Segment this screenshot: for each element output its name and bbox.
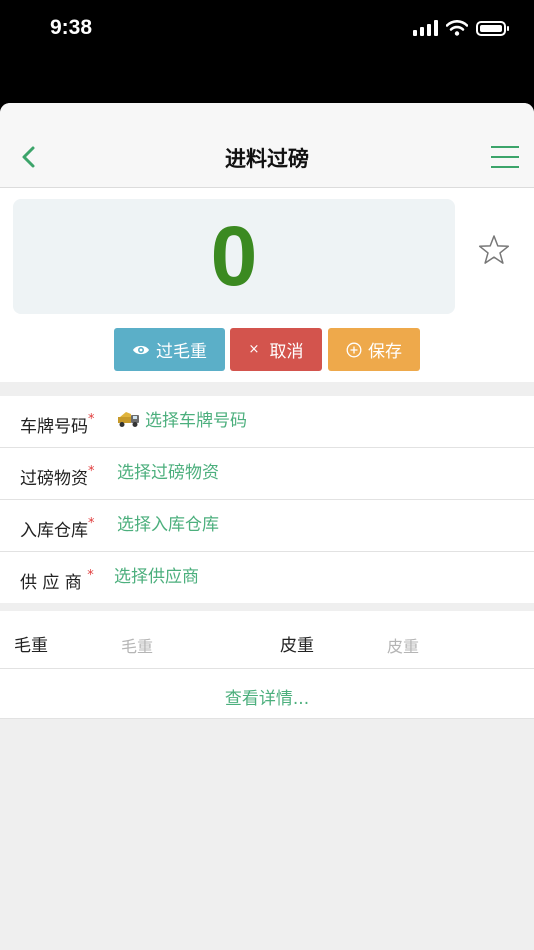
battery-icon [476,20,509,36]
weights-panel: 毛重 毛重 皮重 皮重 查看详情... [0,611,534,719]
eye-icon [132,343,150,357]
page-sheet: 进料过磅 0 过毛重 × 取消 保存 车牌号码* 选择车牌号码 过磅物资* 选择… [0,103,534,950]
plate-label: 车牌号码* [20,412,95,437]
weigh-panel: 0 过毛重 × 取消 保存 [0,188,534,382]
nav-bar: 进料过磅 [0,103,534,188]
weights-row: 毛重 毛重 皮重 皮重 [0,611,534,669]
truck-icon [118,411,139,427]
weigh-gross-label: 过毛重 [156,342,207,362]
save-label: 保存 [368,342,402,362]
status-bar: 9:38 [0,0,534,103]
star-icon[interactable] [476,232,512,268]
plate-row: 车牌号码* 选择车牌号码 [0,396,534,448]
weighing-form: 车牌号码* 选择车牌号码 过磅物资* 选择过磅物资 入库仓库* 选择入库仓库 供… [0,396,534,603]
tare-weight-label: 皮重 [280,636,314,656]
plus-circle-icon [346,342,362,358]
cellular-signal-icon [413,20,438,36]
save-button[interactable]: 保存 [328,328,420,371]
view-details-link[interactable]: 查看详情... [0,684,534,709]
supplier-label: 供 应 商 * [20,568,94,593]
page-title: 进料过磅 [225,147,309,171]
weight-value: 0 [210,209,258,303]
status-icons [413,20,509,36]
cancel-button[interactable]: × 取消 [230,328,322,371]
supplier-row: 供 应 商 * 选择供应商 [0,552,534,603]
warehouse-label: 入库仓库* [20,516,95,541]
divider [0,718,534,719]
material-label: 过磅物资* [20,464,95,489]
close-icon: × [248,342,260,357]
warehouse-row: 入库仓库* 选择入库仓库 [0,500,534,552]
cancel-label: 取消 [269,342,304,362]
gross-weight-label: 毛重 [14,636,48,656]
plate-select[interactable]: 选择车牌号码 [117,406,247,431]
warehouse-select[interactable]: 选择入库仓库 [117,510,219,535]
menu-icon[interactable] [491,146,519,168]
weight-display: 0 [13,199,455,314]
gross-weight-field[interactable]: 毛重 [121,633,153,657]
supplier-select[interactable]: 选择供应商 [114,562,199,587]
status-time: 9:38 [50,16,93,39]
material-row: 过磅物资* 选择过磅物资 [0,448,534,500]
tare-weight-field[interactable]: 皮重 [387,633,419,657]
material-select[interactable]: 选择过磅物资 [117,458,219,483]
weigh-gross-button[interactable]: 过毛重 [114,328,225,371]
wifi-icon [446,20,468,36]
